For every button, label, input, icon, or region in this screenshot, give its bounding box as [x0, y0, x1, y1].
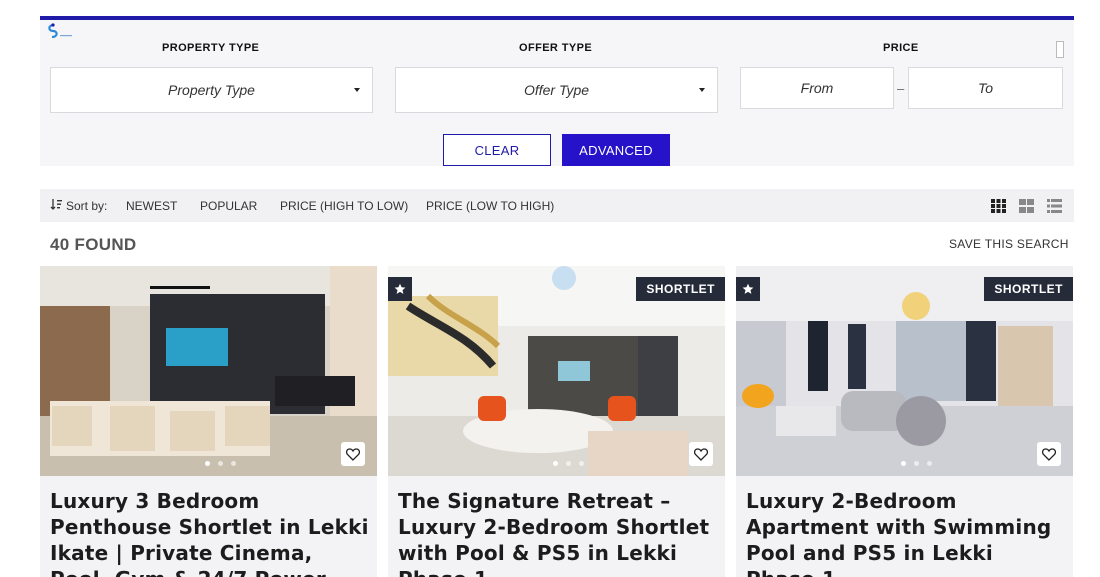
listing-card[interactable]: SHORTLET Luxury 2-Bedroom Apartment with… [736, 266, 1073, 577]
photo-pagination [205, 461, 236, 466]
favorite-heart-icon[interactable] [341, 442, 365, 466]
pagination-dot[interactable] [205, 461, 210, 466]
page: PROPERTY TYPE OFFER TYPE PRICE Property … [0, 0, 1100, 577]
photo-pagination [553, 461, 584, 466]
favorite-heart-icon[interactable] [689, 442, 713, 466]
grid-2-icon[interactable] [1019, 199, 1034, 213]
pagination-dot[interactable] [566, 461, 571, 466]
listing-title[interactable]: Luxury 2-Bedroom Apartment with Swimming… [746, 488, 1066, 577]
featured-star-icon [388, 277, 412, 301]
pagination-dot[interactable] [927, 461, 932, 466]
offer-type-select[interactable]: Offer Type [395, 67, 718, 113]
listing-photo[interactable]: SHORTLET [388, 266, 725, 476]
listing-type-badge: SHORTLET [636, 277, 725, 301]
property-type-select[interactable]: Property Type [50, 67, 373, 113]
clear-button[interactable]: CLEAR [443, 134, 551, 166]
listing-card[interactable]: SHORTLET The Signature Retreat – Luxury … [388, 266, 725, 577]
listing-title[interactable]: The Signature Retreat – Luxury 2-Bedroom… [398, 488, 718, 577]
price-from-input[interactable] [740, 67, 894, 109]
listing-photo[interactable]: SHORTLET [736, 266, 1073, 476]
pagination-dot[interactable] [231, 461, 236, 466]
pagination-dot[interactable] [218, 461, 223, 466]
caret-down-icon [699, 88, 705, 92]
advanced-button[interactable]: ADVANCED [562, 134, 670, 166]
pagination-dot[interactable] [553, 461, 558, 466]
price-to-input[interactable] [908, 67, 1063, 109]
sort-option-price-low-high[interactable]: PRICE (LOW TO HIGH) [426, 199, 554, 213]
sort-by-label: Sort by: [66, 199, 108, 213]
sort-icon [50, 199, 62, 210]
grid-3-icon[interactable] [991, 199, 1006, 213]
sort-option-newest[interactable]: NEWEST [126, 199, 177, 213]
offer-type-label: OFFER TYPE [519, 42, 593, 54]
site-logo[interactable] [44, 22, 74, 40]
list-icon[interactable] [1047, 199, 1062, 213]
pagination-dot[interactable] [901, 461, 906, 466]
caret-down-icon [354, 88, 360, 92]
save-search-link[interactable]: SAVE THIS SEARCH [949, 237, 1069, 251]
listing-title[interactable]: Luxury 3 Bedroom Penthouse Shortlet in L… [50, 488, 370, 577]
sort-option-popular[interactable]: POPULAR [200, 199, 257, 213]
pagination-dot[interactable] [579, 461, 584, 466]
listing-photo[interactable] [40, 266, 377, 476]
sort-option-price-high-low[interactable]: PRICE (HIGH TO LOW) [280, 199, 408, 213]
listing-type-badge: SHORTLET [984, 277, 1073, 301]
results-count: 40 FOUND [50, 235, 137, 254]
sort-bar [40, 189, 1074, 222]
offer-type-value: Offer Type [523, 82, 590, 98]
listing-card[interactable]: Luxury 3 Bedroom Penthouse Shortlet in L… [40, 266, 377, 577]
price-range-separator: – [897, 81, 905, 96]
photo-pagination [901, 461, 932, 466]
pagination-dot[interactable] [914, 461, 919, 466]
featured-star-icon [736, 277, 760, 301]
panel-toggle[interactable] [1056, 41, 1064, 58]
property-type-value: Property Type [168, 82, 255, 98]
favorite-heart-icon[interactable] [1037, 442, 1061, 466]
property-type-label: PROPERTY TYPE [162, 42, 260, 54]
price-label: PRICE [883, 42, 919, 54]
